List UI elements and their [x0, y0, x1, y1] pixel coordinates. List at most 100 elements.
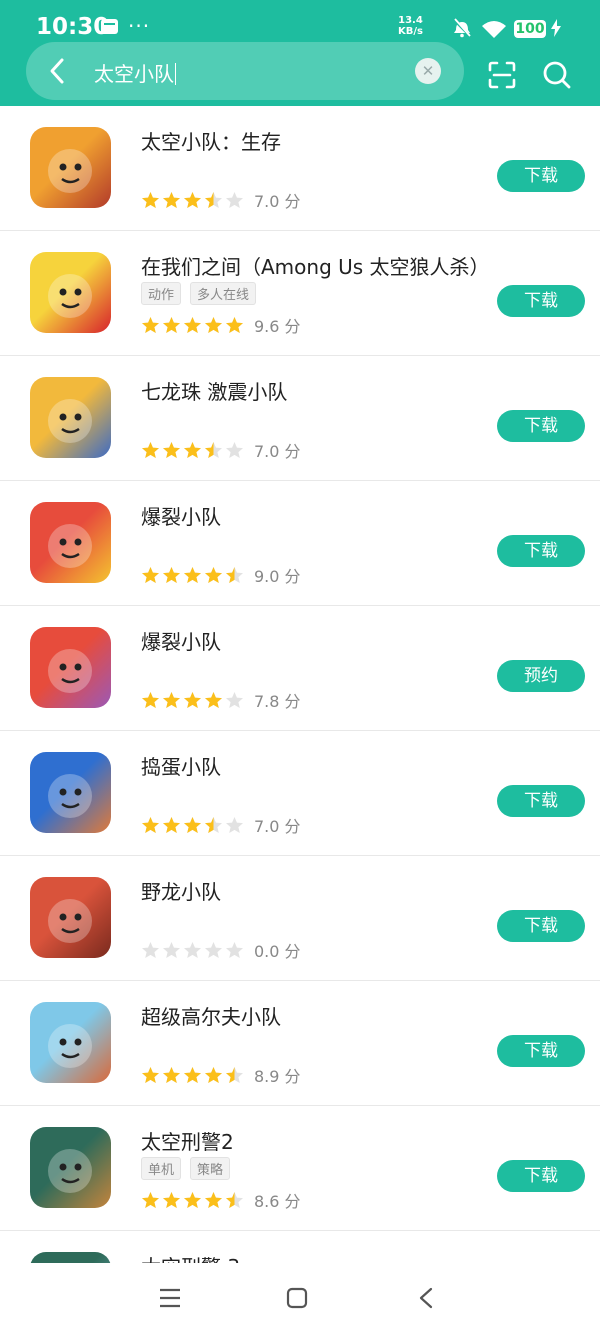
app-list-item[interactable]: 超级高尔夫小队 8.9 分 下载: [0, 981, 600, 1106]
app-list-item[interactable]: 七龙珠 激震小队 7.0 分 下载: [0, 356, 600, 481]
soldiers-icon[interactable]: [30, 1252, 111, 1263]
network-speed-value: 13.4: [398, 15, 423, 26]
rating-star-icon: [225, 941, 244, 960]
app-name[interactable]: 太空小队：生存: [141, 126, 281, 155]
app-name[interactable]: 太空刑警2: [141, 1126, 234, 1155]
rating-star-icon: [162, 816, 181, 835]
back-arrow-icon[interactable]: [44, 56, 70, 86]
menu-icon[interactable]: [159, 1287, 181, 1309]
notification-icon: [101, 19, 118, 34]
app-rating: 0.0 分: [141, 938, 301, 961]
clear-search-button[interactable]: ✕: [415, 58, 441, 84]
app-score: 7.8 分: [254, 692, 301, 711]
app-name[interactable]: 爆裂小队: [141, 501, 221, 530]
text-cursor: [175, 63, 176, 85]
rating-star-icon: [162, 566, 181, 585]
app-score: 8.9 分: [254, 1067, 301, 1086]
app-name[interactable]: 捣蛋小队: [141, 751, 221, 780]
more-notifications-icon: ···: [128, 14, 151, 38]
app-list-item[interactable]: 爆裂小队 7.8 分 预约: [0, 606, 600, 731]
app-score: 7.0 分: [254, 817, 301, 836]
network-speed: 13.4 KB/s: [398, 15, 423, 37]
rating-star-icon: [162, 1066, 181, 1085]
rating-star-icon: [183, 1066, 202, 1085]
goggle-hero-icon[interactable]: [30, 752, 111, 833]
rating-star-icon: [225, 191, 244, 210]
app-name[interactable]: 超级高尔夫小队: [141, 1001, 281, 1030]
rating-star-icon: [183, 441, 202, 460]
back-icon[interactable]: [417, 1287, 437, 1309]
app-list-item[interactable]: 太空小队：生存 7.0 分 下载: [0, 106, 600, 231]
app-name[interactable]: 野龙小队: [141, 876, 221, 905]
search-bar[interactable]: 太空小队 ✕: [26, 42, 464, 100]
app-list-item[interactable]: 爆裂小队 9.0 分 下载: [0, 481, 600, 606]
rating-star-icon: [141, 941, 160, 960]
rating-star-icon: [183, 691, 202, 710]
download-button[interactable]: 下载: [497, 285, 585, 317]
charging-icon: [551, 19, 561, 37]
rating-star-icon: [141, 1066, 160, 1085]
rating-star-icon: [204, 691, 223, 710]
search-results-list[interactable]: 太空小队：生存 7.0 分下载 在我们之间（Among Us 太空狼人杀） 动作 多人在…: [0, 106, 600, 1263]
reserve-button[interactable]: 预约: [497, 660, 585, 692]
golfer-icon[interactable]: [30, 1002, 111, 1083]
rating-star-icon: [141, 566, 160, 585]
home-icon[interactable]: [286, 1287, 308, 1309]
search-input[interactable]: 太空小队: [94, 58, 176, 87]
rating-star-icon: [204, 191, 223, 210]
app-score: 9.0 分: [254, 567, 301, 586]
rating-star-icon: [225, 441, 244, 460]
search-icon[interactable]: [542, 60, 572, 90]
app-list-item[interactable]: 野龙小队 0.0 分 下载: [0, 856, 600, 981]
app-name[interactable]: 太空刑警 3: [141, 1251, 240, 1263]
download-button[interactable]: 下载: [497, 1035, 585, 1067]
rating-star-icon: [141, 191, 160, 210]
brawler-icon[interactable]: [30, 502, 111, 583]
rating-star-icon: [204, 441, 223, 460]
character-face-icon[interactable]: [30, 127, 111, 208]
crewmate-icon[interactable]: [30, 252, 111, 333]
app-score: 7.0 分: [254, 442, 301, 461]
app-tags: 单机 策略: [141, 1157, 239, 1180]
app-tag: 多人在线: [190, 282, 257, 305]
rating-star-icon: [183, 566, 202, 585]
app-list-item[interactable]: 捣蛋小队 7.0 分 下载: [0, 731, 600, 856]
rating-star-icon: [225, 566, 244, 585]
network-speed-unit: KB/s: [398, 26, 423, 37]
status-icons: [452, 17, 510, 43]
app-rating: 8.9 分: [141, 1063, 301, 1086]
rating-star-icon: [141, 691, 160, 710]
app-rating: 7.0 分: [141, 188, 301, 211]
app-list-item[interactable]: 太空刑警 3: [0, 1231, 600, 1263]
app-name[interactable]: 在我们之间（Among Us 太空狼人杀）: [141, 251, 490, 280]
soldiers-icon[interactable]: [30, 1127, 111, 1208]
download-button[interactable]: 下载: [497, 1160, 585, 1192]
rating-star-icon: [204, 1066, 223, 1085]
scan-icon[interactable]: [487, 60, 517, 90]
rating-star-icon: [141, 816, 160, 835]
rating-star-icon: [183, 816, 202, 835]
status-bar: 10:30 ··· 13.4 KB/s 100: [0, 0, 600, 44]
app-name[interactable]: 七龙珠 激震小队: [141, 376, 287, 405]
download-button[interactable]: 下载: [497, 785, 585, 817]
app-list-item[interactable]: 在我们之间（Among Us 太空狼人杀） 动作 多人在线 9.6 分 下载: [0, 231, 600, 356]
dragon-icon[interactable]: [30, 877, 111, 958]
status-time: 10:30: [36, 14, 110, 40]
download-button[interactable]: 下载: [497, 410, 585, 442]
download-button[interactable]: 下载: [497, 160, 585, 192]
rating-star-icon: [204, 941, 223, 960]
battery-indicator: 100: [514, 20, 546, 38]
rating-star-icon: [162, 316, 181, 335]
app-rating: 7.0 分: [141, 813, 301, 836]
app-list-item[interactable]: 太空刑警2 单机 策略 8.6 分 下载: [0, 1106, 600, 1231]
app-rating: 9.6 分: [141, 313, 301, 336]
app-name[interactable]: 爆裂小队: [141, 626, 221, 655]
brawler-icon[interactable]: [30, 627, 111, 708]
download-button[interactable]: 下载: [497, 535, 585, 567]
rating-star-icon: [225, 1191, 244, 1210]
app-tags: 动作 多人在线: [141, 282, 265, 305]
fighter-icon[interactable]: [30, 377, 111, 458]
download-button[interactable]: 下载: [497, 910, 585, 942]
rating-star-icon: [162, 941, 181, 960]
rating-star-icon: [162, 441, 181, 460]
